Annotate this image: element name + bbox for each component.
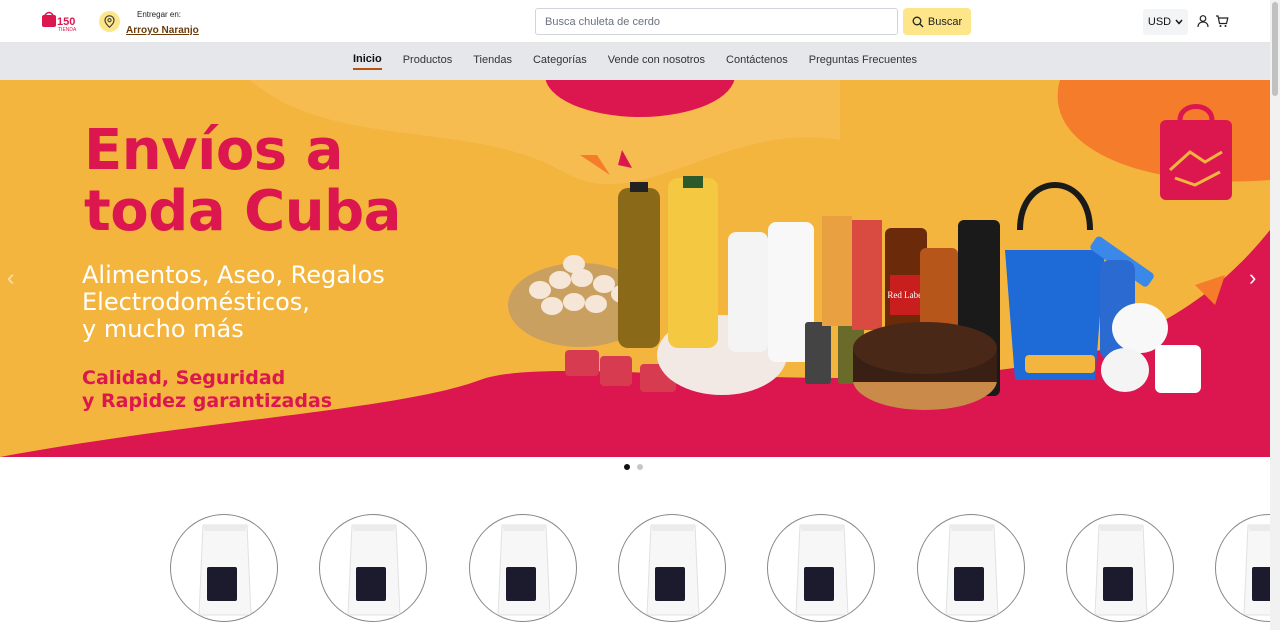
scrollbar-thumb[interactable] [1272, 2, 1278, 96]
search-icon [912, 16, 924, 27]
subtitle-line-1: Alimentos, Aseo, Regalos [82, 261, 385, 289]
user-icon[interactable] [1196, 14, 1210, 28]
category-thumbnail[interactable] [617, 514, 726, 622]
hero-banner[interactable]: Red Label Envíos a toda Cuba Alimentos, … [0, 80, 1270, 457]
store-logo[interactable]: 150 TIENDA [40, 9, 86, 33]
search-button[interactable]: Buscar [903, 8, 971, 35]
carousel-prev-arrow-icon[interactable]: ‹ [7, 265, 14, 291]
carousel-dot-1[interactable] [624, 464, 630, 470]
nav-item-vende[interactable]: Vende con nosotros [608, 54, 705, 69]
subtitle-line-3: y mucho más [82, 315, 244, 343]
product-bag-image [1243, 524, 1270, 616]
tagline-line-2: y Rapidez garantizadas [82, 390, 333, 412]
carousel-next-arrow-icon[interactable]: › [1249, 265, 1256, 291]
delivery-location-link[interactable]: Arroyo Naranjo [126, 25, 199, 36]
banner-tagline: Calidad, Seguridad y Rapidez garantizada… [82, 367, 332, 413]
headline-line-1: Envíos a [84, 118, 343, 183]
svg-text:TIENDA: TIENDA [58, 27, 77, 33]
page-scrollbar[interactable] [1270, 0, 1280, 630]
banner-subtitle: Alimentos, Aseo, Regalos Electrodoméstic… [82, 262, 385, 343]
product-bag-image [1094, 524, 1148, 616]
category-thumbnail[interactable] [319, 514, 428, 622]
product-bag-image [497, 524, 551, 616]
search-button-label: Buscar [927, 15, 963, 28]
currency-value: USD [1147, 16, 1172, 28]
nav-item-productos[interactable]: Productos [403, 54, 453, 69]
product-bag-image [944, 524, 999, 616]
product-bag-image [347, 524, 401, 616]
headline-line-2: toda Cuba [84, 179, 401, 244]
search-input[interactable] [535, 8, 898, 35]
category-thumbnail[interactable] [1065, 514, 1174, 622]
nav-item-contacto[interactable]: Contáctenos [726, 54, 788, 69]
site-header: 150 TIENDA Entregar en: Arroyo Naranjo B… [0, 0, 1270, 43]
category-thumbnail[interactable] [170, 514, 278, 622]
currency-select[interactable]: USD [1143, 9, 1188, 35]
nav-item-faq[interactable]: Preguntas Frecuentes [809, 54, 917, 69]
nav-item-categorias[interactable]: Categorías [533, 54, 587, 69]
map-pin-icon[interactable] [99, 11, 120, 32]
carousel-dots [624, 464, 643, 470]
carousel-dot-2[interactable] [637, 464, 643, 470]
category-thumbnail[interactable] [767, 514, 876, 622]
category-thumbnail[interactable] [468, 514, 577, 622]
nav-item-tiendas[interactable]: Tiendas [473, 54, 512, 69]
main-nav: Inicio Productos Tiendas Categorías Vend… [0, 43, 1270, 80]
red-label-text: Red Label [887, 290, 925, 300]
category-carousel [170, 514, 1270, 624]
cart-icon[interactable] [1215, 14, 1229, 28]
nav-item-inicio[interactable]: Inicio [352, 53, 382, 70]
banner-headline: Envíos a toda Cuba [84, 120, 401, 242]
deliver-label: Entregar en: [137, 10, 182, 19]
product-bag-image [795, 524, 849, 616]
product-bag-image [646, 524, 700, 616]
chevron-down-icon [1175, 19, 1183, 25]
category-thumbnail[interactable] [916, 514, 1025, 622]
subtitle-line-2: Electrodomésticos, [82, 288, 310, 316]
product-bag-image [198, 524, 252, 616]
tagline-line-1: Calidad, Seguridad [82, 367, 286, 389]
category-thumbnail[interactable] [1215, 514, 1270, 622]
